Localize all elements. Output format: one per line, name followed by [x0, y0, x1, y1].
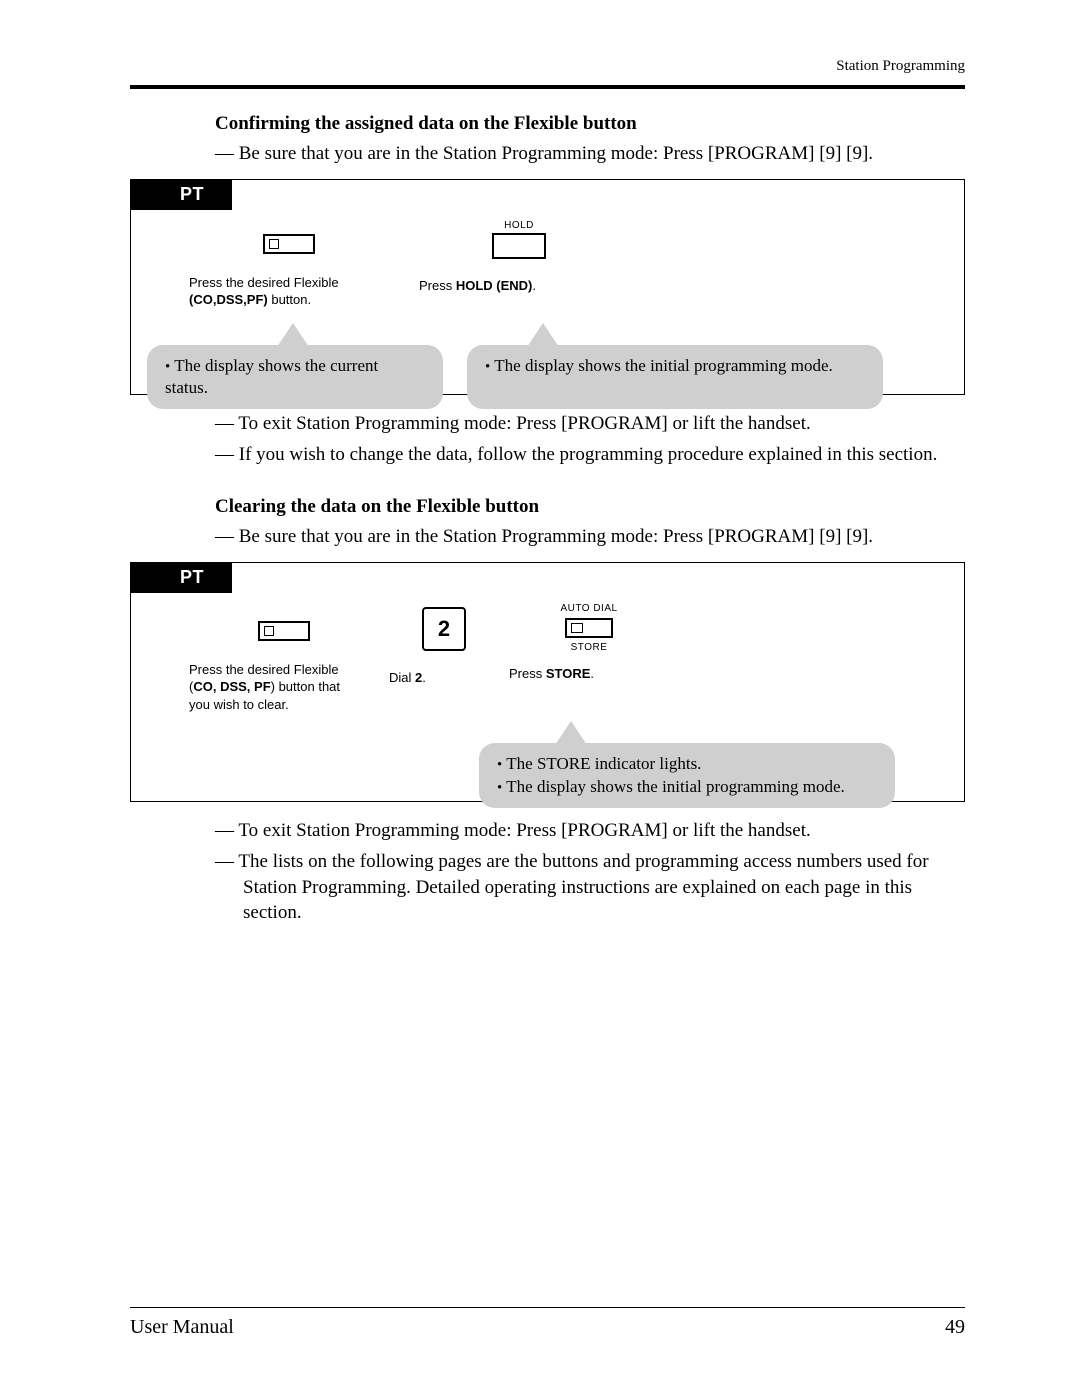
diagram-inner-1: Press the desired Flexible (CO,DSS,PF) b…	[131, 180, 964, 434]
step-flexible-button: Press the desired Flexible (CO,DSS,PF) b…	[189, 220, 389, 309]
page: Station Programming Confirming the assig…	[0, 0, 1080, 1397]
callout-initial-mode: •The display shows the initial programmi…	[467, 345, 883, 410]
hold-button-icon	[492, 233, 546, 259]
flexible-button-icon	[258, 621, 310, 641]
bullet-icon: •	[165, 359, 170, 375]
caption-flexible-clear: Press the desired Flexible (CO, DSS, PF)…	[189, 661, 340, 714]
page-footer: User Manual 49	[130, 1307, 965, 1339]
caption-text: Press the desired Flexible	[189, 662, 339, 677]
diagram-inner-2: Press the desired Flexible (CO, DSS, PF)…	[131, 563, 964, 833]
intro-line-2: — Be sure that you are in the Station Pr…	[215, 524, 965, 550]
bullet-icon: •	[497, 757, 502, 773]
auto-dial-label: AUTO DIAL	[560, 603, 617, 614]
callout-text-2: The display shows the initial programmin…	[506, 777, 845, 796]
lists-text: — The lists on the following pages are t…	[215, 849, 965, 926]
caption-hold: Press HOLD (END).	[419, 277, 536, 295]
caption-text-2: button.	[268, 292, 311, 307]
callout-text: The display shows the current status.	[165, 356, 378, 398]
caption-text: Press	[419, 278, 456, 293]
pt-tab-1: PT	[130, 179, 232, 210]
page-number: 49	[945, 1316, 965, 1339]
caption-text-2: .	[422, 670, 426, 685]
callout-text: The display shows the initial programmin…	[494, 356, 833, 375]
caption-flexible: Press the desired Flexible (CO,DSS,PF) b…	[189, 274, 339, 309]
dial-key-icon: 2	[422, 607, 466, 651]
step-hold-end: HOLD Press HOLD (END).	[419, 220, 619, 295]
step-store: AUTO DIAL STORE Press STORE.	[509, 603, 669, 683]
after-text-2: — To exit Station Programming mode: Pres…	[215, 818, 965, 927]
pt-tab-2: PT	[130, 562, 232, 593]
lists-line: — The lists on the following pages are t…	[215, 849, 965, 926]
bullet-icon: •	[497, 780, 502, 796]
callout-tail-icon	[277, 323, 309, 347]
store-label: STORE	[571, 642, 608, 653]
caption-dial: Dial 2.	[389, 669, 426, 687]
running-header: Station Programming	[130, 58, 965, 75]
step-flexible-clear: Press the desired Flexible (CO, DSS, PF)…	[189, 603, 379, 714]
footer-rule	[130, 1307, 965, 1308]
change-data-line: — If you wish to change the data, follow…	[215, 442, 965, 468]
flexible-button-icon	[263, 234, 315, 254]
heading-confirming: Confirming the assigned data on the Flex…	[215, 113, 965, 135]
diagram-clearing: PT Press the desired Flexible (CO, DSS, …	[130, 562, 965, 802]
caption-store: Press STORE.	[509, 665, 594, 683]
caption-bold: STORE	[546, 666, 591, 681]
caption-bold: (CO,DSS,PF)	[189, 292, 268, 307]
caption-text-2: .	[590, 666, 594, 681]
callout-tail-icon	[527, 323, 559, 347]
heading-clearing: Clearing the data on the Flexible button	[215, 496, 965, 518]
caption-text: Press	[509, 666, 546, 681]
caption-text-4: you wish to clear.	[189, 697, 289, 712]
bullet-icon: •	[485, 359, 490, 375]
step-dial-2: 2 Dial 2.	[389, 603, 499, 687]
callout-text-1: The STORE indicator lights.	[506, 754, 701, 773]
caption-text-3: ) button that	[271, 679, 340, 694]
caption-bold: HOLD (END)	[456, 278, 533, 293]
callout-tail-icon	[555, 721, 587, 745]
section-clearing: Clearing the data on the Flexible button…	[215, 496, 965, 550]
section-confirming: Confirming the assigned data on the Flex…	[215, 113, 965, 167]
callout-current-status: •The display shows the current status.	[147, 345, 443, 410]
callout-store: •The STORE indicator lights. •The displa…	[479, 743, 895, 808]
top-rule	[130, 85, 965, 89]
intro-line-1: — Be sure that you are in the Station Pr…	[215, 141, 965, 167]
caption-text: Dial	[389, 670, 415, 685]
caption-text: Press the desired Flexible	[189, 275, 339, 290]
footer-left: User Manual	[130, 1316, 234, 1339]
store-button-icon	[565, 618, 613, 638]
caption-bold: CO, DSS, PF	[193, 679, 270, 694]
caption-text-2: .	[532, 278, 536, 293]
hold-label: HOLD	[504, 220, 534, 231]
diagram-confirming: PT Press the desired Flexible (CO,DSS,PF…	[130, 179, 965, 395]
